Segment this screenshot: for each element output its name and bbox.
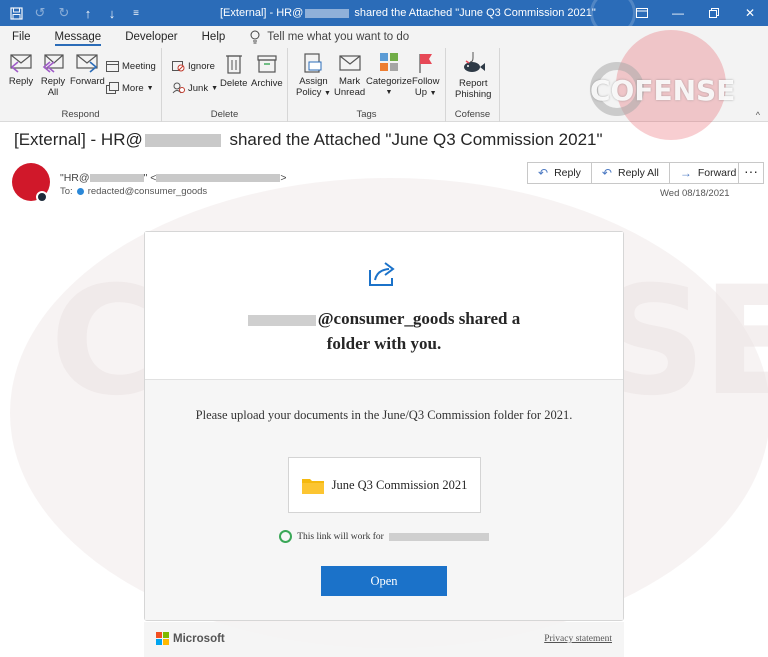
delete-group-label: Delete <box>210 109 239 120</box>
respond-group: Reply Reply All Forward Meeting More ▼ Re… <box>0 48 162 122</box>
recipient-presence-icon <box>76 188 84 195</box>
minimize-button[interactable]: — <box>660 0 696 26</box>
share-message: Please upload your documents in the June… <box>195 408 573 422</box>
junk-button[interactable]: Junk ▼ <box>172 82 218 94</box>
report-phishing-button[interactable]: Report Phishing <box>455 52 491 100</box>
share-heading: @consumer_goods shared a folder with you… <box>145 306 623 356</box>
trash-icon <box>225 55 242 74</box>
cofense-logo: COFENSE <box>590 74 736 107</box>
phishing-fish-icon <box>464 52 486 72</box>
redaction <box>247 314 316 326</box>
tab-message[interactable]: Message <box>54 26 114 48</box>
tab-help[interactable]: Help <box>202 26 238 48</box>
reply-icon <box>10 54 32 73</box>
reply-all-ribbon-button[interactable]: Reply All <box>40 52 66 98</box>
junk-icon <box>172 82 185 94</box>
restore-button[interactable] <box>696 0 732 26</box>
ignore-icon <box>172 61 185 72</box>
reply-ribbon-button[interactable]: Reply <box>8 52 34 87</box>
redaction <box>156 174 281 183</box>
share-card: @consumer_goods shared a folder with you… <box>144 231 624 621</box>
recipient-address[interactable]: redacted@consumer_goods <box>88 186 208 197</box>
reply-arrow-icon: ↶ <box>538 166 549 180</box>
save-icon[interactable] <box>6 3 26 23</box>
received-date: Wed 08/18/2021 <box>660 188 730 199</box>
meeting-button[interactable]: Meeting <box>106 60 156 72</box>
link-validity-note: This link will work for <box>145 530 623 543</box>
lightbulb-icon <box>250 30 260 44</box>
mark-unread-icon <box>338 55 361 71</box>
flag-icon <box>419 54 432 73</box>
respond-group-label: Respond <box>61 109 100 120</box>
categorize-icon <box>379 53 398 71</box>
tags-group-label: Tags <box>356 109 377 120</box>
redaction <box>305 8 350 18</box>
share-icon <box>369 262 395 286</box>
delete-group: Ignore Junk ▼ Delete Archive Delete <box>162 48 288 122</box>
globe-icon <box>279 530 293 543</box>
tab-file[interactable]: File <box>12 26 43 48</box>
ribbon-display-icon[interactable] <box>624 0 660 26</box>
mark-unread-button[interactable]: Mark Unread <box>334 52 365 98</box>
sender-address[interactable]: "HR@ " < > <box>60 172 286 184</box>
archive-icon <box>257 55 277 73</box>
email-subject: [External] - HR@ shared the Attached "Ju… <box>14 130 603 149</box>
cofense-group-label: Cofense <box>454 109 491 120</box>
next-item-icon[interactable]: ↓ <box>102 3 122 23</box>
reply-all-button[interactable]: ↶ Reply All <box>590 162 670 184</box>
reply-button[interactable]: ↶ Reply <box>527 162 592 184</box>
share-footer: Microsoft Privacy statement <box>144 622 624 657</box>
assign-policy-icon <box>304 53 322 73</box>
microsoft-logo-icon <box>156 632 169 645</box>
redo-icon[interactable]: ↻ <box>54 3 74 23</box>
redaction <box>89 174 144 183</box>
tags-group: Assign Policy ▼ Mark Unread Categorize ▼… <box>288 48 446 122</box>
redaction <box>388 532 489 541</box>
forward-icon <box>76 54 99 73</box>
window-title: [External] - HR@ shared the Attached "Ju… <box>220 7 596 19</box>
share-card-header: @consumer_goods shared a folder with you… <box>145 232 623 380</box>
redaction <box>144 134 221 148</box>
categorize-button[interactable]: Categorize ▼ <box>366 52 412 98</box>
tab-developer[interactable]: Developer <box>125 26 189 48</box>
forward-arrow-icon: → <box>679 166 692 180</box>
undo-icon[interactable]: ↺ <box>30 3 50 23</box>
cofense-group: Report Phishing Cofense <box>446 48 500 122</box>
folder-icon <box>301 478 324 494</box>
microsoft-logo: Microsoft <box>156 632 225 645</box>
ignore-button[interactable]: Ignore <box>172 60 215 72</box>
previous-item-icon[interactable]: ↑ <box>78 3 98 23</box>
forward-button[interactable]: → Forward <box>668 162 748 184</box>
tell-me-text: Tell me what you want to do <box>267 31 410 43</box>
customize-toolbar-icon[interactable]: ≡ <box>126 3 146 23</box>
open-button[interactable]: Open <box>321 566 447 596</box>
more-respond-button[interactable]: More ▼ <box>106 82 154 94</box>
collapse-ribbon-icon[interactable]: ^ <box>756 110 760 120</box>
forward-ribbon-button[interactable]: Forward <box>70 52 105 87</box>
recipient-line: To: redacted@consumer_goods <box>60 186 208 197</box>
delete-ribbon-button[interactable]: Delete <box>220 52 247 89</box>
more-respond-icon <box>106 82 119 94</box>
reply-all-icon <box>42 54 64 73</box>
message-actions: ↶ Reply ↶ Reply All → Forward <box>527 162 748 184</box>
more-actions-button[interactable]: ··· <box>738 162 764 184</box>
shared-folder-link[interactable]: June Q3 Commission 2021 <box>288 457 481 513</box>
archive-ribbon-button[interactable]: Archive <box>251 52 283 89</box>
title-bar: ↺ ↻ ↑ ↓ ≡ [External] - HR@ shared the At… <box>0 0 768 36</box>
close-button[interactable]: ✕ <box>732 0 768 26</box>
follow-up-button[interactable]: Follow Up ▼ <box>412 52 439 99</box>
presence-indicator <box>36 191 48 203</box>
assign-policy-button[interactable]: Assign Policy ▼ <box>296 52 331 99</box>
reply-all-arrow-icon: ↶ <box>601 166 612 180</box>
tell-me-search[interactable]: Tell me what you want to do <box>249 30 409 44</box>
privacy-statement-link[interactable]: Privacy statement <box>544 634 612 644</box>
calendar-icon <box>106 61 119 72</box>
